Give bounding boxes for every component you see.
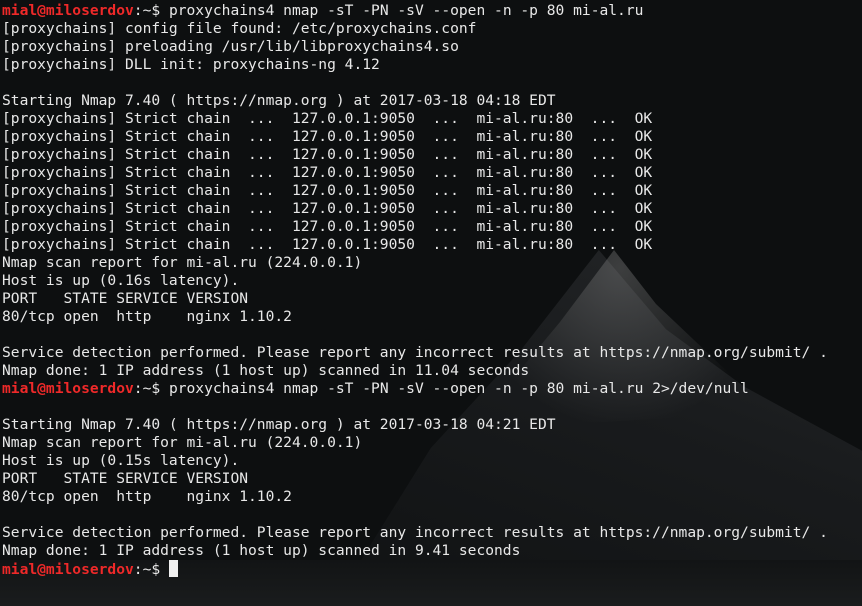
output-line: Nmap scan report for mi-al.ru (224.0.0.1… bbox=[2, 254, 363, 271]
output-line: [proxychains] Strict chain ... 127.0.0.1… bbox=[2, 218, 653, 235]
prompt-path: :~$ bbox=[133, 561, 169, 578]
prompt-line: mial@miloserdov:~$ bbox=[2, 560, 862, 578]
terminal-output[interactable]: mial@miloserdov:~$ proxychains4 nmap -sT… bbox=[0, 2, 862, 602]
output-line: Host is up (0.15s latency). bbox=[2, 452, 240, 469]
prompt-line: mial@miloserdov:~$ proxychains4 nmap -sT… bbox=[2, 380, 862, 398]
output-line: Service detection performed. Please repo… bbox=[2, 524, 828, 541]
command-text: proxychains4 nmap -sT -PN -sV --open -n … bbox=[168, 380, 749, 397]
output-line: Host is up (0.16s latency). bbox=[2, 272, 240, 289]
prompt-user-host: mial@miloserdov bbox=[2, 380, 134, 397]
output-line: [proxychains] Strict chain ... 127.0.0.1… bbox=[2, 128, 653, 145]
output-line: Service detection performed. Please repo… bbox=[2, 344, 828, 361]
prompt-user-host: mial@miloserdov bbox=[2, 2, 134, 19]
output-line: 80/tcp open http nginx 1.10.2 bbox=[2, 308, 292, 325]
prompt-user-host: mial@miloserdov bbox=[2, 561, 134, 578]
output-line: Nmap scan report for mi-al.ru (224.0.0.1… bbox=[2, 434, 363, 451]
output-line: PORT STATE SERVICE VERSION bbox=[2, 290, 249, 307]
prompt-line: mial@miloserdov:~$ proxychains4 nmap -sT… bbox=[2, 2, 862, 20]
output-line: [proxychains] Strict chain ... 127.0.0.1… bbox=[2, 182, 653, 199]
output-line: [proxychains] Strict chain ... 127.0.0.1… bbox=[2, 110, 653, 127]
output-line: [proxychains] Strict chain ... 127.0.0.1… bbox=[2, 146, 653, 163]
output-line: PORT STATE SERVICE VERSION bbox=[2, 470, 249, 487]
output-line: [proxychains] Strict chain ... 127.0.0.1… bbox=[2, 200, 653, 217]
output-line: [proxychains] Strict chain ... 127.0.0.1… bbox=[2, 164, 653, 181]
command-text: proxychains4 nmap -sT -PN -sV --open -n … bbox=[168, 2, 644, 19]
output-line: Starting Nmap 7.40 ( https://nmap.org ) … bbox=[2, 416, 556, 433]
prompt-path: :~$ bbox=[133, 2, 169, 19]
output-line: [proxychains] DLL init: proxychains-ng 4… bbox=[2, 56, 380, 73]
text-cursor[interactable] bbox=[168, 560, 178, 577]
output-line: Nmap done: 1 IP address (1 host up) scan… bbox=[2, 542, 521, 559]
output-line: [proxychains] Strict chain ... 127.0.0.1… bbox=[2, 236, 653, 253]
output-line: [proxychains] config file found: /etc/pr… bbox=[2, 20, 477, 37]
output-line: [proxychains] preloading /usr/lib/libpro… bbox=[2, 38, 459, 55]
output-line: Nmap done: 1 IP address (1 host up) scan… bbox=[2, 362, 530, 379]
output-line: 80/tcp open http nginx 1.10.2 bbox=[2, 488, 292, 505]
output-line: Starting Nmap 7.40 ( https://nmap.org ) … bbox=[2, 92, 556, 109]
prompt-path: :~$ bbox=[133, 380, 169, 397]
